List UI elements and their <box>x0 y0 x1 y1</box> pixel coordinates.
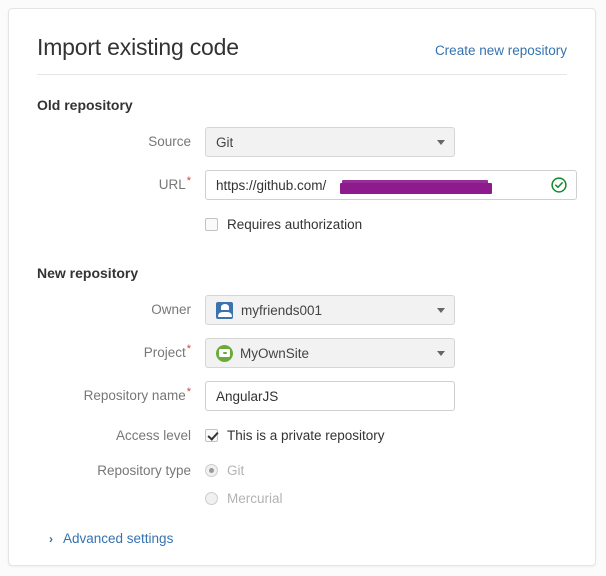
team-avatar-icon <box>216 301 233 319</box>
project-field: MyOwnSite <box>205 338 567 369</box>
repository-name-label-text: Repository name <box>83 388 186 404</box>
source-field: Git <box>205 127 567 158</box>
requires-auth-spacer <box>37 213 205 215</box>
chevron-down-icon <box>437 140 445 146</box>
url-field: https://github.com/ <box>205 170 577 201</box>
repository-type-row: Repository type Git Mercurial <box>37 459 567 509</box>
requires-authorization-checkbox[interactable]: Requires authorization <box>205 213 567 235</box>
green-check-circle-icon <box>551 177 567 193</box>
requires-auth-row: Requires authorization <box>37 213 567 235</box>
url-input-value: https://github.com/ <box>216 177 327 193</box>
import-repository-card: Import existing code Create new reposito… <box>8 8 596 566</box>
url-redaction-mark <box>340 182 492 194</box>
owner-select[interactable]: myfriends001 <box>205 295 455 326</box>
chevron-down-icon <box>437 308 445 314</box>
checkbox-checked-icon <box>205 428 218 442</box>
repository-type-label: Repository type <box>37 459 205 481</box>
access-level-label: Access level <box>37 424 205 446</box>
advanced-settings-label: Advanced settings <box>63 531 174 547</box>
radio-selected-icon <box>205 463 218 477</box>
url-value-wrap: https://github.com/ <box>216 177 492 194</box>
source-label-text: Source <box>148 134 191 150</box>
card-inner: Import existing code Create new reposito… <box>9 9 595 565</box>
access-level-field: This is a private repository <box>205 424 567 446</box>
checkbox-icon <box>205 217 218 231</box>
project-row: Project* MyOwnSite <box>37 338 567 369</box>
old-repository-section-title: Old repository <box>37 97 133 114</box>
url-label: URL* <box>37 170 205 200</box>
project-label-text: Project <box>143 345 186 361</box>
new-repository-section-title: New repository <box>37 265 139 282</box>
repository-name-required-asterisk: * <box>186 385 191 398</box>
private-repository-label: This is a private repository <box>227 427 385 443</box>
source-row: Source Git <box>37 127 567 158</box>
repository-name-input[interactable]: AngularJS <box>205 381 455 412</box>
url-required-asterisk: * <box>186 174 191 187</box>
project-select-value: MyOwnSite <box>240 345 310 361</box>
url-label-text: URL <box>158 177 186 193</box>
owner-label-text: Owner <box>151 302 191 318</box>
repository-type-mercurial-label: Mercurial <box>227 490 283 506</box>
repository-type-field: Git Mercurial <box>205 459 567 509</box>
repository-name-field: AngularJS <box>205 381 567 412</box>
repository-type-label-text: Repository type <box>97 463 191 479</box>
chevron-down-icon <box>437 351 445 357</box>
source-select-value: Git <box>216 134 234 150</box>
owner-select-value: myfriends001 <box>241 302 323 318</box>
card-header: Import existing code Create new reposito… <box>37 34 567 76</box>
source-label: Source <box>37 127 205 157</box>
repository-type-option-git: Git <box>205 459 567 481</box>
green-project-icon <box>216 344 233 362</box>
url-row: URL* https://github.com/ <box>37 170 577 201</box>
advanced-settings-toggle[interactable]: › Advanced settings <box>49 531 173 546</box>
source-select[interactable]: Git <box>205 127 455 158</box>
url-redaction-streak <box>342 179 488 184</box>
access-level-label-text: Access level <box>115 428 191 444</box>
repository-name-row: Repository name* AngularJS <box>37 381 567 412</box>
create-new-repository-link[interactable]: Create new repository <box>435 43 567 58</box>
project-label: Project* <box>37 338 205 368</box>
repository-name-label: Repository name* <box>37 381 205 411</box>
url-input[interactable]: https://github.com/ <box>205 170 577 201</box>
page-title: Import existing code <box>37 34 239 60</box>
repository-type-option-mercurial: Mercurial <box>205 487 567 509</box>
owner-label: Owner <box>37 295 205 325</box>
repository-name-input-value: AngularJS <box>216 388 279 404</box>
owner-row: Owner myfriends001 <box>37 295 567 326</box>
project-required-asterisk: * <box>186 342 191 355</box>
access-level-row: Access level This is a private repositor… <box>37 424 567 446</box>
repository-type-git-label: Git <box>227 462 245 478</box>
requires-authorization-label: Requires authorization <box>227 216 363 232</box>
project-select[interactable]: MyOwnSite <box>205 338 455 369</box>
owner-field: myfriends001 <box>205 295 567 326</box>
radio-unselected-icon <box>205 491 218 505</box>
requires-auth-field: Requires authorization <box>205 213 567 235</box>
chevron-right-icon: › <box>49 531 53 546</box>
private-repository-checkbox[interactable]: This is a private repository <box>205 424 567 446</box>
